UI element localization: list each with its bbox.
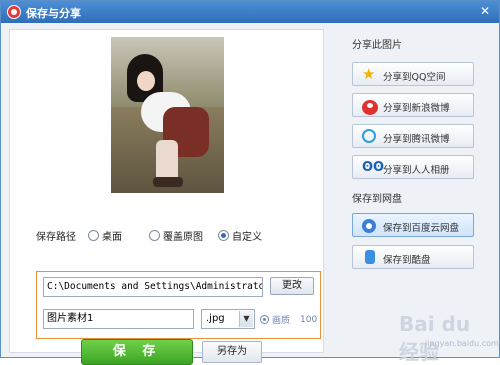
qzone-star-icon: ★ [362, 65, 376, 83]
share-tencent-weibo-button[interactable]: 分享到腾讯微博 [352, 124, 474, 148]
share-renren-label: 分享到人人相册 [383, 165, 450, 176]
save-path-field[interactable]: C:\Documents and Settings\Administrator\… [43, 277, 263, 297]
app-logo-icon [7, 5, 21, 19]
kuaipan-icon [365, 250, 375, 264]
radio-overwrite-label: 覆盖原图 [163, 232, 203, 243]
baidu-cloud-icon [362, 219, 376, 233]
radio-custom[interactable]: 自定义 [218, 228, 262, 243]
chevron-down-icon[interactable]: ▼ [239, 311, 253, 327]
renren-icon: ʘʘ [362, 160, 385, 175]
tencent-weibo-icon [362, 129, 376, 143]
preview-figure-shoes [153, 177, 183, 187]
cloud-section-title: 保存到网盘 [352, 194, 402, 205]
change-path-button[interactable]: 更改 [270, 277, 314, 295]
quality-radio-icon[interactable] [260, 315, 269, 324]
extension-value: .jpg [206, 313, 225, 324]
share-section-title: 分享此图片 [352, 40, 402, 51]
radio-desktop-label: 桌面 [102, 232, 122, 243]
extension-select[interactable]: .jpg ▼ [201, 309, 255, 329]
save-panel: 保存路径 桌面 覆盖原图 自定义 C:\Documents and Settin… [9, 29, 326, 365]
watermark-sub-text: jingyan.baidu.com [425, 339, 499, 348]
file-name-field[interactable]: 图片素材1 [43, 309, 194, 329]
save-path-label: 保存路径 [36, 232, 76, 243]
quality-label: 画质 [272, 316, 291, 326]
share-qzone-label: 分享到QQ空间 [383, 72, 446, 83]
quality-setting[interactable]: 画质 100 [260, 313, 317, 326]
radio-desktop-circle[interactable] [88, 230, 99, 241]
share-sina-weibo-label: 分享到新浪微博 [383, 103, 450, 114]
radio-overwrite-circle[interactable] [149, 230, 160, 241]
close-icon[interactable]: ✕ [477, 4, 493, 19]
save-baidu-cloud-label: 保存到百度云网盘 [383, 223, 460, 234]
share-qzone-button[interactable]: ★ 分享到QQ空间 [352, 62, 474, 86]
share-renren-button[interactable]: ʘʘ 分享到人人相册 [352, 155, 474, 179]
window-title: 保存与分享 [26, 7, 81, 20]
radio-overwrite[interactable]: 覆盖原图 [149, 228, 203, 243]
radio-custom-circle[interactable] [218, 230, 229, 241]
save-as-button[interactable]: 另存为 [202, 341, 262, 363]
save-baidu-cloud-button[interactable]: 保存到百度云网盘 [352, 213, 474, 237]
highlighted-path-area: C:\Documents and Settings\Administrator\… [36, 271, 321, 339]
preview-figure-face [137, 71, 155, 91]
radio-custom-label: 自定义 [232, 232, 262, 243]
title-bar[interactable]: 保存与分享 ✕ [1, 1, 499, 23]
sina-weibo-icon [362, 100, 378, 115]
share-panel: 分享此图片 ★ 分享到QQ空间 分享到新浪微博 分享到腾讯微博 ʘʘ 分享到人人… [334, 29, 494, 353]
image-preview [111, 37, 224, 193]
radio-desktop[interactable]: 桌面 [88, 228, 122, 243]
save-share-dialog: 保存与分享 ✕ 保存路径 桌面 覆盖原图 自定义 C:\Documents an… [0, 0, 500, 365]
quality-value: 100 [300, 314, 318, 325]
save-kuaipan-button[interactable]: 保存到酷盘 [352, 245, 474, 269]
share-sina-weibo-button[interactable]: 分享到新浪微博 [352, 93, 474, 117]
share-tencent-weibo-label: 分享到腾讯微博 [383, 134, 450, 145]
baidu-jingyan-watermark: Bai du 经验 jingyan.baidu.com [399, 306, 499, 364]
save-path-row: 保存路径 桌面 覆盖原图 自定义 [36, 226, 326, 243]
preview-figure-legs [156, 140, 178, 182]
save-kuaipan-label: 保存到酷盘 [383, 255, 431, 266]
save-button[interactable]: 保 存 [81, 339, 193, 365]
